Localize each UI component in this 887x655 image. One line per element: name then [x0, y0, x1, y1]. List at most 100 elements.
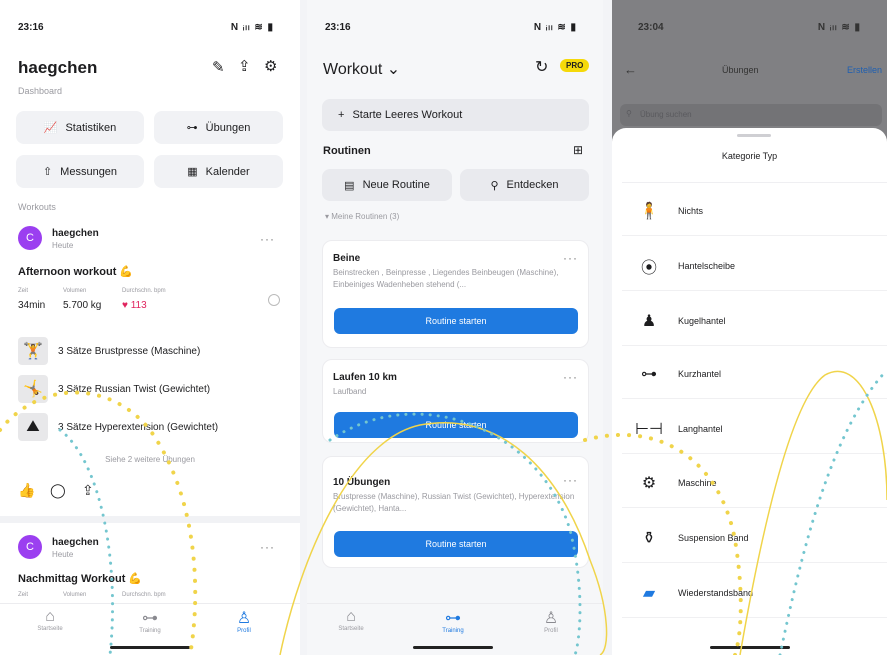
category-row-none[interactable]: 🧍 Nichts [622, 186, 887, 236]
stat-value-time: 34min [18, 300, 46, 311]
machine-icon: ⚙ [641, 474, 657, 492]
new-routine-label: Neue Routine [362, 179, 430, 191]
plus-icon: + [338, 109, 345, 121]
kettlebell-icon: ♟ [641, 312, 657, 330]
new-routine-button[interactable]: ▤ Neue Routine [322, 169, 452, 201]
start-routine-button[interactable]: Routine starten [334, 531, 578, 557]
status-time: 23:16 [18, 22, 44, 33]
sheet-title: Kategorie Typ [721, 151, 778, 161]
home-indicator [110, 646, 190, 649]
more-options-icon[interactable]: ··· [563, 251, 578, 265]
share-post-icon[interactable]: ⇪ [82, 482, 94, 499]
tab-bar: ⌂ Startseite ⊶ Training ♙ Profil [0, 603, 300, 655]
tab-training[interactable]: ⊶ Training [120, 608, 180, 634]
more-options-icon[interactable]: ··· [260, 540, 275, 554]
pro-badge[interactable]: PRO [560, 59, 590, 72]
create-button[interactable]: Erstellen [847, 65, 882, 75]
avatar[interactable]: C [18, 535, 42, 559]
profile-icon: ♙ [236, 610, 252, 627]
tab-profile[interactable]: ♙ Profil [521, 608, 581, 634]
post-author[interactable]: haegchen [52, 537, 99, 548]
stat-label-time: Zeit [18, 592, 29, 598]
my-routines-toggle[interactable]: ▾ Meine Routinen (3) [325, 212, 399, 221]
workout-title[interactable]: Nachmittag Workout 💪 [18, 572, 142, 585]
tab-profile-label: Profil [237, 628, 251, 634]
dumbbell-icon: ⊶ [641, 365, 657, 383]
discover-label: Entdecken [506, 179, 559, 191]
weight-plate-icon: ⦿ [640, 259, 657, 277]
discover-button[interactable]: ⚲ Entdecken [460, 169, 589, 201]
start-routine-button[interactable]: Routine starten [334, 308, 578, 334]
chart-icon: 📈 [43, 122, 58, 134]
home-indicator [413, 646, 493, 649]
routine-title: Laufen 10 km [333, 372, 397, 383]
avatar[interactable]: C [18, 226, 42, 250]
statistics-button[interactable]: 📈 Statistiken [16, 111, 144, 144]
status-bar: 23:16 N ᵢₗₗ ≋ ▮ [307, 22, 603, 36]
like-icon[interactable]: 👍 [18, 482, 35, 499]
start-empty-workout-button[interactable]: + Starte Leeres Workout [322, 99, 589, 131]
status-icons: N ᵢₗₗ ≋ ▮ [533, 22, 577, 33]
category-row-plate[interactable]: ⦿ Hantelscheibe [622, 241, 887, 291]
calendar-button[interactable]: ▦ Kalender [154, 155, 283, 188]
back-arrow-icon[interactable]: ← [624, 62, 637, 77]
post-time: Heute [52, 550, 74, 559]
measurements-label: Messungen [60, 165, 118, 178]
category-row-kettlebell[interactable]: ♟ Kugelhantel [622, 296, 887, 346]
category-row-dumbbell[interactable]: ⊶ Kurzhantel [622, 349, 887, 399]
page-subtitle: Dashboard [18, 86, 63, 96]
see-more-link[interactable]: Siehe 2 weitere Übungen [0, 455, 300, 464]
search-input[interactable]: ⚲ Übung suchen [620, 104, 882, 126]
routine-title: Beine [333, 253, 361, 264]
tab-profile[interactable]: ♙ Profil [214, 608, 274, 634]
post-author[interactable]: haegchen [52, 228, 99, 239]
figure-icon: 🧍 [639, 202, 659, 220]
stat-value-volume: 5.700 kg [63, 300, 102, 311]
category-row-barbell[interactable]: ⊢⊣ Langhantel [622, 404, 887, 454]
more-options-icon[interactable]: ··· [260, 232, 275, 246]
phone-exercises: 23:04 N ᵢₗₗ ≋ ▮ ← Übungen Erstellen ⚲ Üb… [612, 0, 887, 655]
routine-card[interactable]: Laufen 10 km ··· Laufband Routine starte… [322, 359, 589, 443]
routine-card[interactable]: 10 Übungen ··· Brustpresse (Maschine), R… [322, 456, 589, 568]
status-icons: N ᵢₗₗ ≋ ▮ [230, 22, 274, 33]
category-row-suspension[interactable]: ⚱ Suspension Band [622, 513, 887, 563]
status-bar: 23:16 N ᵢₗₗ ≋ ▮ [0, 22, 300, 36]
category-row-resistance-band[interactable]: ▰ Wiederstandsband [622, 568, 887, 618]
category-row-machine[interactable]: ⚙ Maschine [622, 458, 887, 508]
refresh-icon[interactable]: ↻ [535, 57, 548, 77]
dumbbell-icon: ⊶ [142, 610, 158, 627]
settings-icon[interactable]: ⚙ [264, 57, 277, 75]
edit-icon[interactable]: ✎ [212, 58, 225, 76]
start-routine-button[interactable]: Routine starten [334, 412, 578, 438]
measurements-button[interactable]: ⇧ Messungen [16, 155, 144, 188]
section-workouts: Workouts [18, 202, 56, 212]
tab-training-label: Training [442, 628, 464, 634]
workout-title[interactable]: Afternoon workout 💪 [18, 265, 133, 278]
more-options-icon[interactable]: ··· [563, 370, 578, 384]
share-icon[interactable]: ⇪ [238, 57, 251, 75]
exercise-row[interactable]: ⛰ 3 Sätze Hyperextension (Gewichtet) [18, 412, 218, 442]
exercise-row[interactable]: 🏋 3 Sätze Brustpresse (Maschine) [18, 336, 200, 366]
tab-training[interactable]: ⊶ Training [423, 608, 483, 634]
statistics-label: Statistiken [65, 121, 117, 134]
sheet-divider [622, 182, 887, 183]
new-folder-icon[interactable]: ⊞ [573, 143, 583, 157]
workout-title-dropdown[interactable]: Workout ⌄ [323, 59, 400, 79]
routine-card[interactable]: Beine ··· Beinstrecken , Beinpresse , Li… [322, 240, 589, 348]
phone-dashboard: 23:16 N ᵢₗₗ ≋ ▮ haegchen ✎ ⇪ ⚙ Dashboard… [0, 0, 300, 655]
tab-home[interactable]: ⌂ Startseite [321, 608, 381, 632]
exercises-button[interactable]: ⊶ Übungen [154, 111, 283, 144]
comment-icon[interactable]: ◯ [50, 482, 66, 499]
tab-home[interactable]: ⌂ Startseite [20, 608, 80, 632]
feed-divider [0, 516, 300, 523]
sheet-handle[interactable] [737, 134, 771, 137]
username-title: haegchen [18, 58, 98, 77]
tab-profile-label: Profil [544, 628, 558, 634]
stat-label-bpm: Durchschn. bpm [122, 288, 166, 294]
exercise-row[interactable]: 🤸 3 Sätze Russian Twist (Gewichtet) [18, 374, 210, 404]
category-label: Suspension Band [678, 532, 749, 543]
status-time: 23:04 [638, 22, 664, 33]
status-bar: 23:04 N ᵢₗₗ ≋ ▮ [612, 22, 887, 36]
more-options-icon[interactable]: ··· [563, 473, 578, 487]
category-label: Nichts [678, 205, 704, 216]
